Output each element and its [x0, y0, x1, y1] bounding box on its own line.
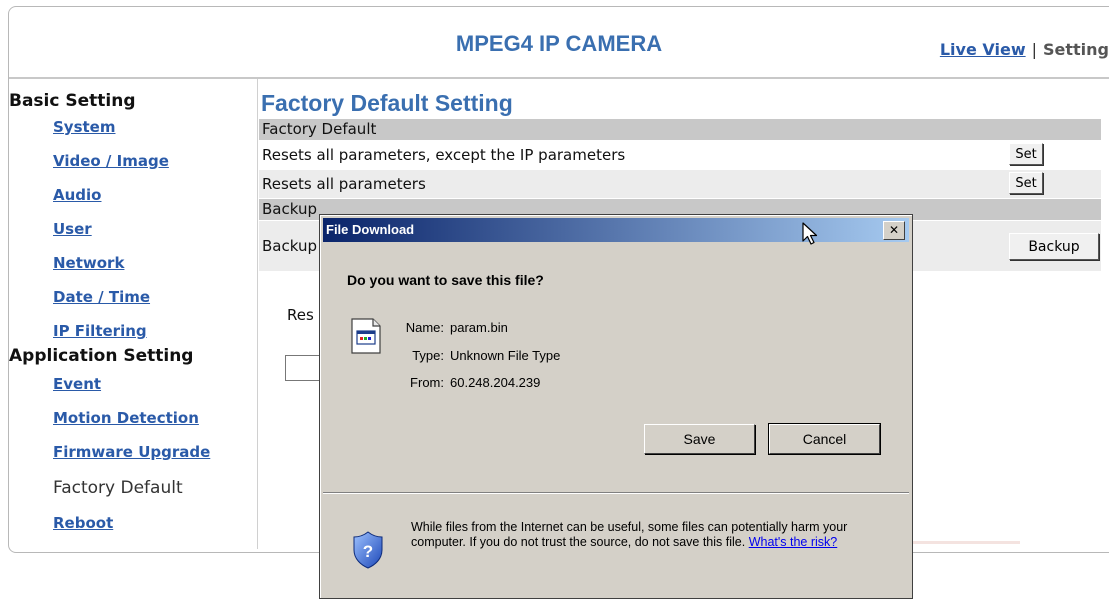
dialog-divider — [323, 492, 909, 494]
settings-row-reset-all: Resets all parameters Set — [259, 170, 1101, 198]
risk-link[interactable]: What's the risk? — [749, 535, 838, 549]
sidebar-item-motion-detection[interactable]: Motion Detection — [53, 409, 199, 427]
from-value: 60.248.204.239 — [450, 375, 541, 390]
sidebar-item-factory-default: Factory Default — [53, 478, 183, 498]
name-label: Name: — [405, 320, 444, 335]
type-value: Unknown File Type — [450, 348, 561, 363]
dialog-title: File Download — [326, 222, 415, 237]
type-label: Type: — [412, 348, 444, 363]
settings-row-reset-except-ip: Resets all parameters, except the IP par… — [259, 141, 1101, 169]
shield-icon: ? — [353, 531, 383, 569]
mouse-cursor-icon — [802, 222, 818, 245]
cancel-button[interactable]: Cancel — [768, 423, 881, 455]
sidebar-item-user[interactable]: User — [53, 220, 92, 238]
sidebar-item-reboot[interactable]: Reboot — [53, 514, 113, 532]
row-label: Backup — [262, 237, 317, 255]
top-nav: Live View | Setting — [940, 40, 1109, 59]
sidebar-item-firmware-upgrade[interactable]: Firmware Upgrade — [53, 443, 210, 461]
sidebar-item-event[interactable]: Event — [53, 375, 101, 393]
divider — [912, 541, 1020, 544]
name-value: param.bin — [450, 320, 508, 335]
section-factory-default: Factory Default — [259, 119, 1101, 140]
sidebar-item-video-image[interactable]: Video / Image — [53, 152, 169, 170]
sidebar: Basic Setting System Video / Image Audio… — [9, 79, 258, 549]
dialog-question: Do you want to save this file? — [347, 272, 544, 288]
sidebar-item-system[interactable]: System — [53, 118, 115, 136]
sidebar-item-audio[interactable]: Audio — [53, 186, 101, 204]
sidebar-item-ip-filtering[interactable]: IP Filtering — [53, 322, 147, 340]
sidebar-item-date-time[interactable]: Date / Time — [53, 288, 150, 306]
close-button[interactable]: ✕ — [883, 221, 905, 240]
sidebar-heading-basic: Basic Setting — [9, 91, 136, 111]
setting-link[interactable]: Setting — [1043, 40, 1109, 59]
sidebar-heading-application: Application Setting — [9, 346, 194, 366]
from-label: From: — [410, 375, 444, 390]
set-button-reset-except-ip[interactable]: Set — [1009, 143, 1043, 165]
page-title: Factory Default Setting — [261, 90, 513, 116]
backup-button[interactable]: Backup — [1009, 233, 1099, 260]
sidebar-item-network[interactable]: Network — [53, 254, 124, 272]
file-download-dialog: File Download ✕ Do you want to save this… — [319, 214, 913, 599]
set-button-reset-all[interactable]: Set — [1009, 172, 1043, 194]
svg-text:?: ? — [363, 542, 373, 561]
header: MPEG4 IP CAMERA Live View | Setting — [9, 7, 1109, 79]
warning-message: While files from the Internet can be use… — [411, 520, 891, 550]
live-view-link[interactable]: Live View — [940, 40, 1026, 59]
row-label: Resets all parameters — [262, 175, 426, 193]
nav-separator: | — [1031, 40, 1037, 59]
save-button[interactable]: Save — [644, 424, 755, 454]
row-label: Resets all parameters, except the IP par… — [262, 146, 626, 164]
restore-label: Res — [287, 306, 314, 324]
dialog-titlebar[interactable]: File Download ✕ — [323, 218, 909, 242]
